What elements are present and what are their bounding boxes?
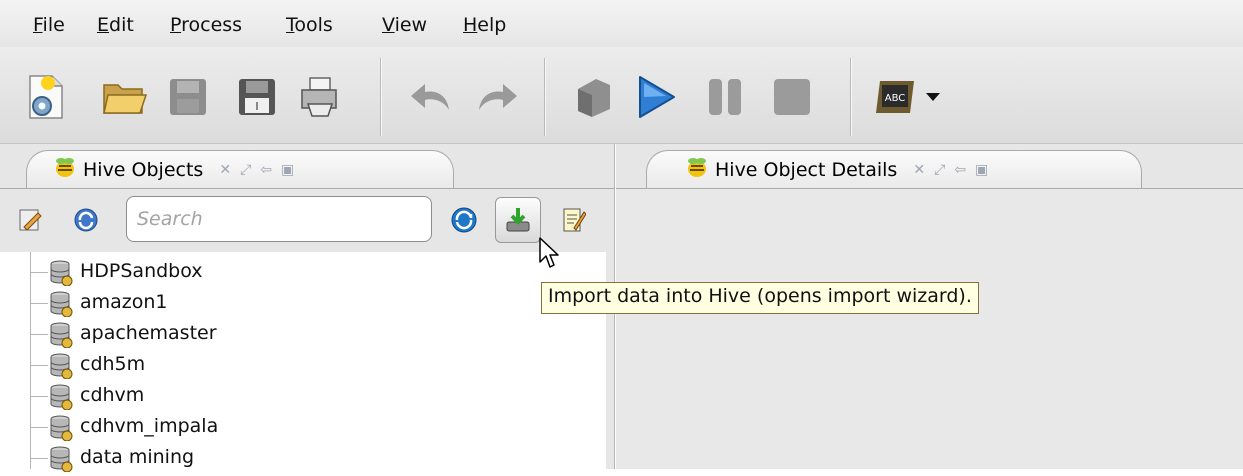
- tree-item-label: data mining: [80, 446, 195, 468]
- sync-icon[interactable]: [444, 200, 484, 240]
- tree-item-label: apachemaster: [80, 322, 217, 344]
- toolbar-separator: [380, 58, 382, 136]
- tree-item[interactable]: data mining: [0, 443, 600, 474]
- toolbar-separator: [850, 58, 852, 136]
- terminate-icon[interactable]: [767, 72, 817, 122]
- close-tab-icon[interactable]: ✕: [913, 162, 925, 178]
- save-icon[interactable]: [163, 72, 213, 122]
- tree-guide-line: [30, 427, 48, 428]
- script-icon[interactable]: [552, 200, 592, 240]
- tree-guide-line: [30, 334, 48, 335]
- dropdown-arrow-icon[interactable]: [918, 72, 948, 122]
- hive-bee-icon: [53, 156, 77, 184]
- open-folder-icon[interactable]: [100, 72, 150, 122]
- minimize-icon[interactable]: ⇦: [954, 162, 966, 178]
- svg-text:ABC: ABC: [885, 93, 906, 104]
- search-input[interactable]: [126, 196, 432, 242]
- print-icon[interactable]: [294, 72, 344, 122]
- menu-file[interactable]: File: [33, 14, 65, 36]
- save-as-icon[interactable]: I: [232, 72, 282, 122]
- close-tab-icon[interactable]: ✕: [219, 162, 231, 178]
- database-icon: [49, 353, 73, 383]
- database-icon: [49, 260, 73, 290]
- hive-objects-pane: Hive Objects ✕ ⤢ ⇦ ▣ Search HDPSandbox a…: [0, 144, 615, 473]
- maximize-icon[interactable]: ⤢: [934, 162, 945, 178]
- svg-text:I: I: [255, 100, 258, 113]
- menu-bar: File Edit Process Tools View Help: [0, 0, 1243, 48]
- restore-icon[interactable]: ▣: [975, 162, 988, 178]
- minimize-icon[interactable]: ⇦: [260, 162, 272, 178]
- maximize-icon[interactable]: ⤢: [240, 162, 251, 178]
- toolbar-separator: [544, 58, 546, 136]
- main-toolbar: I ABC: [0, 47, 1243, 144]
- pause-icon[interactable]: [700, 72, 750, 122]
- refresh-connection-icon[interactable]: [66, 200, 106, 240]
- tree-item-label: cdhvm: [80, 384, 145, 406]
- menu-view[interactable]: View: [382, 14, 427, 36]
- menu-help[interactable]: Help: [463, 14, 506, 36]
- tree-item[interactable]: apachemaster: [0, 319, 600, 350]
- tree-item[interactable]: cdh5m: [0, 350, 600, 381]
- tab-hive-objects-title: Hive Objects: [83, 159, 204, 181]
- database-icon: [49, 415, 73, 445]
- database-icon: [49, 446, 73, 476]
- edit-connection-icon[interactable]: [10, 200, 50, 240]
- tree-guide-line: [30, 396, 48, 397]
- undo-icon[interactable]: [406, 72, 456, 122]
- database-icon: [49, 322, 73, 352]
- menu-process[interactable]: Process: [170, 14, 242, 36]
- tree-guide-line: [30, 303, 48, 304]
- import-tooltip: Import data into Hive (opens import wiza…: [541, 282, 979, 314]
- tree-guide-line: [30, 272, 48, 273]
- new-document-icon[interactable]: [20, 72, 70, 122]
- redo-icon[interactable]: [472, 72, 522, 122]
- tree-item-label: cdh5m: [80, 353, 146, 375]
- tree-vertical-guide: [30, 252, 31, 469]
- tree-guide-line: [30, 458, 48, 459]
- stop-icon[interactable]: [567, 72, 617, 122]
- restore-icon[interactable]: ▣: [281, 162, 294, 178]
- import-data-button[interactable]: [495, 197, 541, 243]
- hive-objects-tree: HDPSandbox amazon1 apachemaster cdh5m cd…: [0, 252, 606, 473]
- tree-item[interactable]: cdhvm: [0, 381, 600, 412]
- tab-hive-objects[interactable]: Hive Objects ✕ ⤢ ⇦ ▣: [26, 150, 454, 189]
- tab-hive-object-details-title: Hive Object Details: [715, 159, 898, 181]
- hive-bee-icon: [685, 156, 709, 184]
- hive-object-details-body: [616, 188, 1243, 469]
- tree-item-label: amazon1: [80, 291, 168, 313]
- menu-edit[interactable]: Edit: [97, 14, 134, 36]
- run-icon[interactable]: [631, 72, 681, 122]
- database-icon: [49, 384, 73, 414]
- tree-item-label: cdhvm_impala: [80, 415, 219, 437]
- import-icon: [506, 208, 530, 232]
- spellcheck-icon[interactable]: ABC: [870, 72, 920, 122]
- tree-item[interactable]: amazon1: [0, 288, 600, 319]
- tree-item[interactable]: cdhvm_impala: [0, 412, 600, 443]
- database-icon: [49, 291, 73, 321]
- tab-hive-object-details[interactable]: Hive Object Details ✕ ⤢ ⇦ ▣: [646, 150, 1142, 189]
- menu-tools[interactable]: Tools: [286, 14, 333, 36]
- tree-item-label: HDPSandbox: [80, 260, 203, 282]
- mouse-cursor-icon: [538, 236, 560, 274]
- tree-item[interactable]: HDPSandbox: [0, 257, 600, 288]
- tree-guide-line: [30, 365, 48, 366]
